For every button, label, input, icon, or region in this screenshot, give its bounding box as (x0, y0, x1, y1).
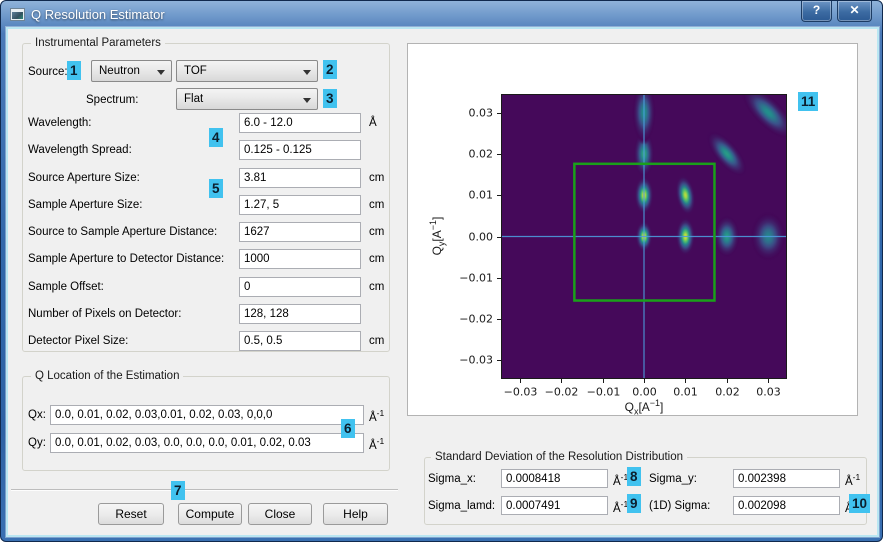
sample-aperture-size-input[interactable] (239, 195, 361, 215)
wavelength-spread-label: Wavelength Spread: (28, 144, 132, 156)
annotation-badge-11: 11 (798, 92, 818, 111)
spectrum-combo[interactable]: Flat (176, 88, 318, 110)
source-combo[interactable]: Neutron (91, 60, 172, 82)
annotation-badge-2: 2 (323, 60, 337, 79)
detector-pixel-size-input[interactable] (239, 331, 361, 351)
detector-pixel-size-label: Detector Pixel Size: (28, 335, 128, 347)
y-axis-label: Qy[A−1] (428, 206, 442, 266)
title-bar[interactable]: Q Resolution Estimator ? ✕ (1, 1, 882, 29)
detector-pixel-size-unit: cm (369, 335, 384, 347)
group-title: Standard Deviation of the Resolution Dis… (431, 451, 687, 463)
sigma-1d-label: (1D) Sigma: (649, 500, 710, 512)
resolution-heatmap-canvas (408, 44, 857, 415)
app-icon (10, 8, 25, 21)
chevron-down-icon (303, 70, 311, 75)
annotation-badge-4: 4 (209, 128, 223, 147)
source-to-sample-distance-label: Source to Sample Aperture Distance: (28, 226, 217, 238)
chevron-down-icon (157, 70, 165, 75)
wavelength-input[interactable] (239, 113, 361, 133)
sigma-1d-input[interactable] (733, 496, 840, 515)
annotation-badge-7: 7 (171, 481, 185, 500)
wavelength-spread-input[interactable] (239, 140, 361, 160)
source-type-combo[interactable]: TOF (176, 60, 318, 82)
sample-aperture-size-label: Sample Aperture Size: (28, 199, 142, 211)
sample-aperture-size-unit: cm (369, 199, 384, 211)
close-button[interactable]: Close (248, 503, 312, 525)
resolution-plot-panel: Qx[A−1] Qy[A−1] (407, 43, 858, 416)
group-title: Q Location of the Estimation (31, 370, 183, 382)
sample-offset-input[interactable] (239, 277, 361, 297)
wavelength-label: Wavelength: (28, 117, 92, 129)
source-combo-value: Neutron (99, 65, 140, 77)
qx-input[interactable] (50, 405, 364, 425)
dialog-window: Q Resolution Estimator ? ✕ Instrumental … (0, 0, 883, 542)
source-aperture-size-input[interactable] (239, 168, 361, 188)
window-title: Q Resolution Estimator (31, 7, 165, 22)
spectrum-label: Spectrum: (86, 94, 138, 106)
annotation-badge-3: 3 (323, 89, 337, 108)
qy-label: Qy: (28, 437, 46, 449)
spectrum-combo-value: Flat (184, 93, 203, 105)
help-button[interactable]: Help (323, 503, 388, 525)
sigma-lamd-unit: Å-1 (613, 499, 628, 515)
reset-button[interactable]: Reset (98, 503, 164, 525)
sigma-lamd-input[interactable] (501, 496, 608, 515)
source-label: Source: (28, 66, 68, 78)
separator (11, 489, 398, 491)
sigma-y-input[interactable] (733, 469, 840, 488)
annotation-badge-1: 1 (67, 61, 81, 80)
compute-button[interactable]: Compute (178, 503, 242, 525)
sigma-y-label: Sigma_y: (649, 473, 697, 485)
sample-to-detector-distance-unit: cm (369, 253, 384, 265)
sigma-x-input[interactable] (501, 469, 608, 488)
qx-unit: Å-1 (369, 408, 384, 424)
sigma-x-label: Sigma_x: (428, 473, 476, 485)
sigma-x-unit: Å-1 (613, 472, 628, 488)
detector-pixels-input[interactable] (239, 304, 361, 324)
annotation-badge-5: 5 (209, 179, 223, 198)
chevron-down-icon (303, 98, 311, 103)
qy-unit: Å-1 (369, 436, 384, 452)
sigma-y-unit: Å-1 (845, 472, 860, 488)
sample-to-detector-distance-label: Sample Aperture to Detector Distance: (28, 253, 224, 265)
detector-pixels-label: Number of Pixels on Detector: (28, 308, 181, 320)
qx-label: Qx: (28, 409, 46, 421)
close-titlebar-button[interactable]: ✕ (837, 1, 872, 22)
sample-offset-label: Sample Offset: (28, 281, 104, 293)
wavelength-unit: Å (369, 117, 377, 129)
source-to-sample-distance-input[interactable] (239, 222, 361, 242)
source-aperture-size-unit: cm (369, 172, 384, 184)
annotation-badge-10: 10 (849, 494, 870, 513)
source-type-combo-value: TOF (184, 65, 207, 77)
annotation-badge-6: 6 (341, 419, 355, 438)
group-title: Instrumental Parameters (31, 37, 165, 49)
sample-offset-unit: cm (369, 281, 384, 293)
help-titlebar-button[interactable]: ? (801, 1, 832, 22)
annotation-badge-9: 9 (627, 494, 641, 513)
sample-to-detector-distance-input[interactable] (239, 249, 361, 269)
source-to-sample-distance-unit: cm (369, 226, 384, 238)
sigma-lamd-label: Sigma_lamd: (428, 500, 495, 512)
annotation-badge-8: 8 (627, 467, 641, 486)
source-aperture-size-label: Source Aperture Size: (28, 172, 140, 184)
x-axis-label: Qx[A−1] (594, 398, 694, 416)
qy-input[interactable] (50, 433, 364, 453)
